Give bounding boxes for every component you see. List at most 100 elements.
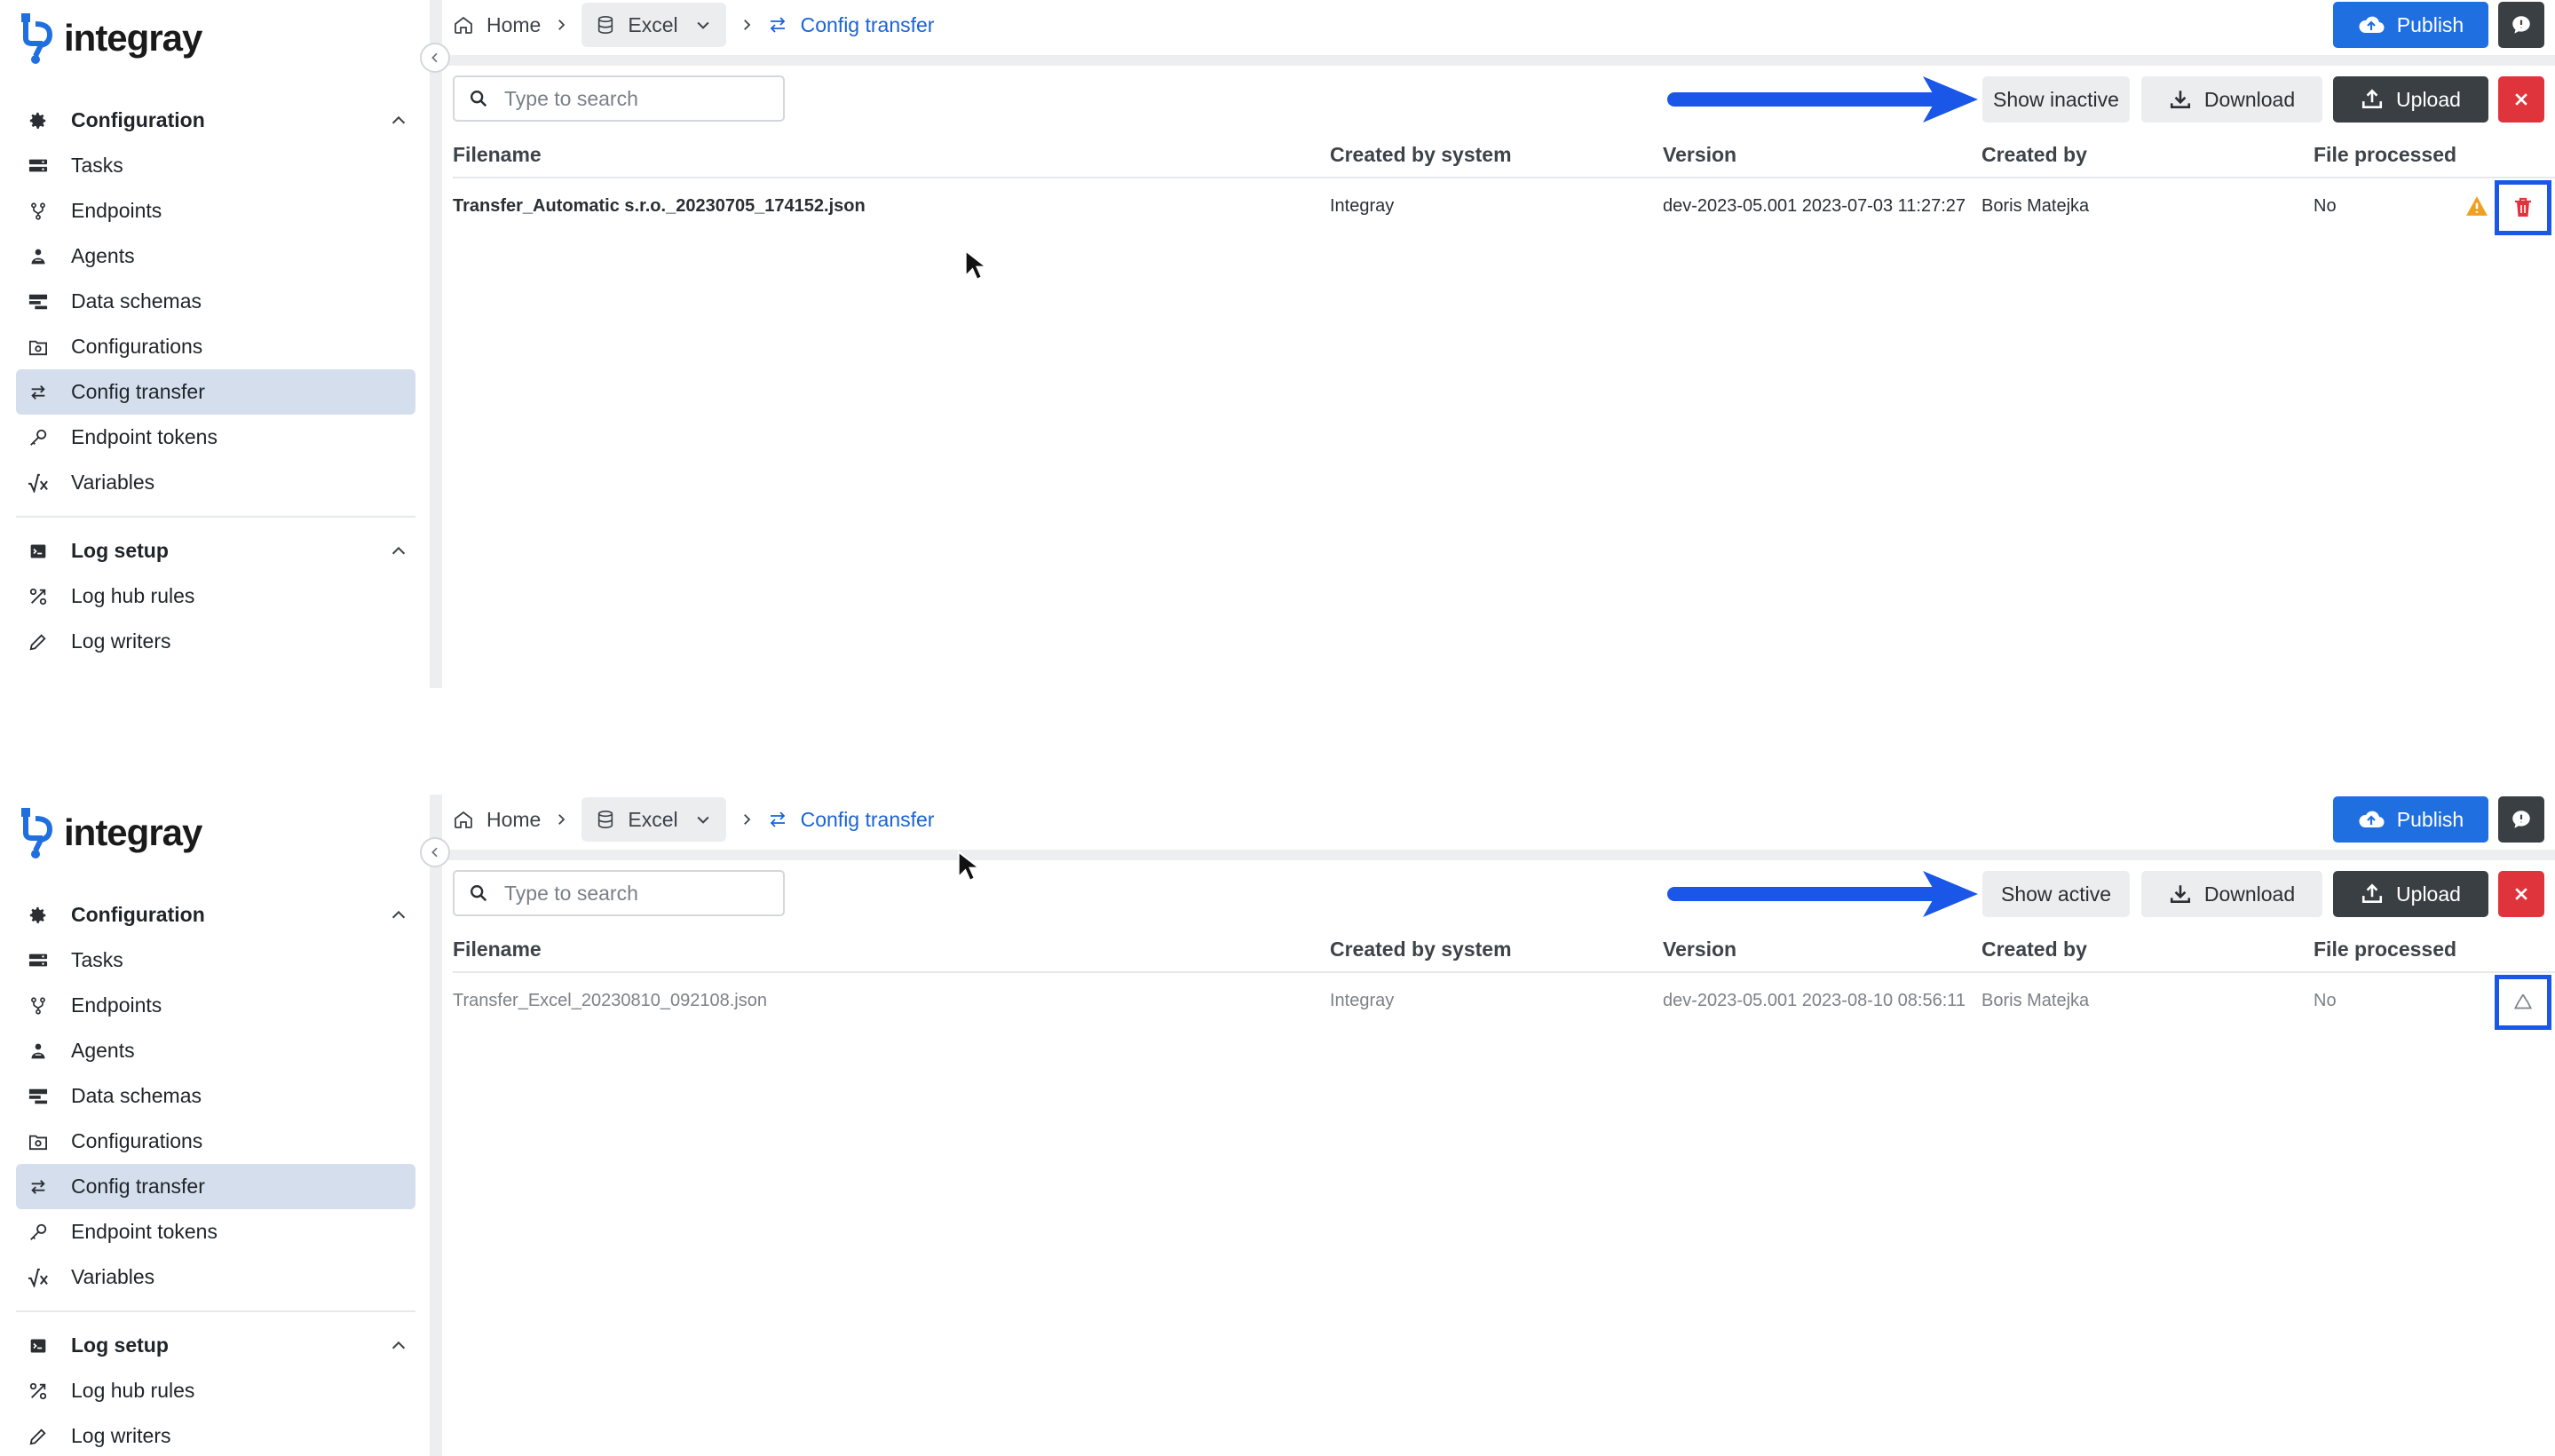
sidebar-item-label: Variables	[71, 1265, 155, 1288]
sidebar-item-data-schemas[interactable]: Data schemas	[16, 279, 415, 324]
close-button[interactable]	[2498, 76, 2544, 123]
sidebar-item-agents[interactable]: Agents	[16, 1028, 415, 1073]
annotation-arrow-icon	[1667, 76, 1978, 123]
search-box[interactable]	[453, 75, 785, 122]
chevron-up-icon[interactable]	[389, 542, 408, 561]
search-input[interactable]	[504, 881, 771, 906]
column-header-filename[interactable]: Filename	[453, 143, 542, 167]
logo[interactable]: integray	[20, 7, 202, 69]
breadcrumb-current[interactable]: Config transfer	[767, 808, 934, 832]
sidebar-item-log-hub-rules[interactable]: Log hub rules	[16, 1368, 415, 1413]
breadcrumb-project-select[interactable]: Excel	[581, 3, 726, 47]
transfer-icon	[770, 811, 785, 827]
chevron-left-icon	[431, 847, 438, 858]
publish-button[interactable]: Publish	[2333, 796, 2488, 843]
sidebar-item-log-writers[interactable]: Log writers	[16, 1413, 415, 1456]
sidebar-item-endpoint-tokens[interactable]: Endpoint tokens	[16, 415, 415, 460]
publish-label: Publish	[2396, 12, 2464, 36]
sidebar-item-data-schemas[interactable]: Data schemas	[16, 1073, 415, 1119]
breadcrumb-home[interactable]: Home	[453, 808, 541, 832]
sidebar-item-endpoints[interactable]: Endpoints	[16, 188, 415, 233]
download-icon	[2169, 88, 2192, 111]
column-header-filename[interactable]: Filename	[453, 938, 542, 961]
toggle-inactive-button[interactable]: Show inactive	[1982, 76, 2130, 123]
sidebar-item-variables[interactable]: Variables	[16, 460, 415, 505]
breadcrumb-project-label: Excel	[628, 807, 678, 831]
panel-active-list: integray Configuration Tasks Endpoints Age…	[0, 0, 2555, 688]
column-header-system[interactable]: Created by system	[1330, 938, 1512, 961]
download-button[interactable]: Download	[2141, 871, 2322, 917]
breadcrumb-project-select[interactable]: Excel	[581, 797, 726, 842]
mouse-cursor-icon	[964, 249, 986, 281]
column-header-file-processed[interactable]: File processed	[2314, 143, 2456, 167]
cell-created-by: Boris Matejka	[1982, 196, 2090, 216]
chevron-up-icon[interactable]	[389, 1336, 408, 1356]
upload-label: Upload	[2396, 882, 2461, 906]
column-header-created-by[interactable]: Created by	[1982, 143, 2087, 167]
sidebar-item-label: Variables	[71, 471, 155, 494]
search-input[interactable]	[504, 86, 771, 111]
nav-group-configuration[interactable]: Configuration	[16, 892, 415, 938]
gear-icon	[25, 107, 51, 134]
cloud-upload-icon	[2358, 809, 2385, 830]
breadcrumb-current[interactable]: Config transfer	[767, 12, 935, 37]
logo-text: integray	[64, 17, 202, 59]
nav-group-configuration[interactable]: Configuration	[16, 98, 415, 143]
breadcrumb-home[interactable]: Home	[453, 13, 541, 37]
upload-button[interactable]: Upload	[2333, 76, 2488, 123]
search-box[interactable]	[453, 870, 785, 916]
sidebar-item-configurations[interactable]: Configurations	[16, 1119, 415, 1164]
column-header-system[interactable]: Created by system	[1330, 143, 1512, 167]
sidebar-item-tasks[interactable]: Tasks	[16, 938, 415, 983]
column-header-version[interactable]: Version	[1663, 938, 1736, 961]
download-label: Download	[2203, 87, 2296, 111]
sidebar-item-variables[interactable]: Variables	[16, 1254, 415, 1300]
pen-icon	[25, 629, 51, 655]
table-row[interactable]: Transfer_Excel_20230810_092108.json Inte…	[453, 975, 2555, 1030]
sidebar-item-config-transfer[interactable]: Config transfer	[16, 1164, 415, 1209]
chevron-up-icon[interactable]	[389, 111, 408, 131]
column-header-version[interactable]: Version	[1663, 143, 1736, 167]
nav-group-log-setup[interactable]: Log setup	[16, 528, 415, 574]
sidebar-item-agents[interactable]: Agents	[16, 233, 415, 279]
feedback-button[interactable]	[2498, 796, 2544, 843]
sidebar-item-endpoint-tokens[interactable]: Endpoint tokens	[16, 1209, 415, 1254]
sidebar-item-log-hub-rules[interactable]: Log hub rules	[16, 574, 415, 619]
feedback-button[interactable]	[2498, 2, 2544, 48]
nav-group-label: Log setup	[71, 1333, 169, 1357]
row-action-button[interactable]	[2495, 975, 2551, 1030]
nav-group-label: Configuration	[71, 903, 205, 926]
collapse-sidebar-button[interactable]	[420, 43, 450, 73]
collapse-sidebar-button[interactable]	[420, 837, 450, 867]
download-button[interactable]: Download	[2141, 76, 2322, 123]
sidebar-item-log-writers[interactable]: Log writers	[16, 619, 415, 664]
sidebar-item-label: Data schemas	[71, 289, 202, 313]
column-header-created-by[interactable]: Created by	[1982, 938, 2087, 961]
variables-icon	[25, 1264, 51, 1291]
transfer-icon	[25, 1174, 51, 1200]
breadcrumb-current-label: Config transfer	[800, 12, 935, 36]
chevron-up-icon[interactable]	[389, 906, 408, 925]
close-button[interactable]	[2498, 871, 2544, 917]
publish-button[interactable]: Publish	[2333, 2, 2488, 48]
column-header-file-processed[interactable]: File processed	[2314, 938, 2456, 961]
table-row[interactable]: Transfer_Automatic s.r.o._20230705_17415…	[453, 180, 2555, 235]
nav-group-log-setup[interactable]: Log setup	[16, 1323, 415, 1368]
configurations-icon	[25, 334, 51, 360]
upload-button[interactable]: Upload	[2333, 871, 2488, 917]
publish-label: Publish	[2396, 807, 2464, 831]
sidebar-item-endpoints[interactable]: Endpoints	[16, 983, 415, 1028]
trash-icon	[2512, 196, 2534, 219]
nav-items-log: Log hub rules Log writers	[16, 574, 415, 664]
sidebar-item-configurations[interactable]: Configurations	[16, 324, 415, 369]
sidebar-item-label: Agents	[71, 1039, 135, 1062]
breadcrumb-home-label: Home	[486, 12, 542, 36]
sidebar-item-config-transfer[interactable]: Config transfer	[16, 369, 415, 415]
row-action-button[interactable]	[2495, 180, 2551, 235]
chat-icon	[2512, 811, 2530, 828]
endpoints-icon	[25, 993, 51, 1019]
sidebar-item-tasks[interactable]: Tasks	[16, 143, 415, 188]
logo[interactable]: integray	[20, 802, 202, 864]
toggle-inactive-button[interactable]: Show active	[1982, 871, 2130, 917]
integray-logo-icon	[21, 13, 53, 64]
